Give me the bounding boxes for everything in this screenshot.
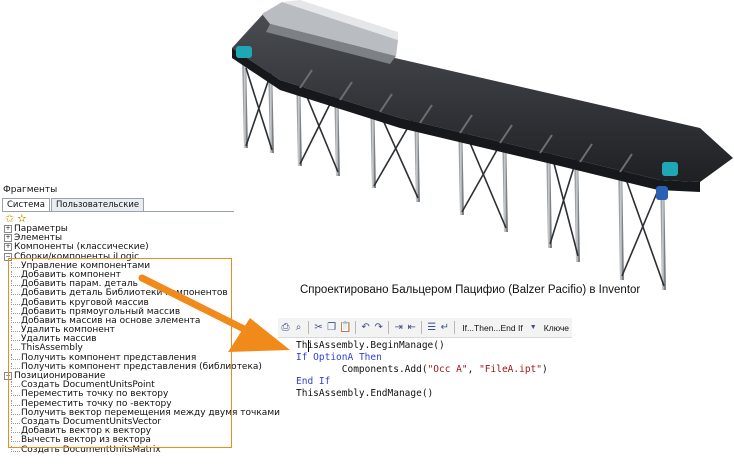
toolbar-separator [388,321,390,334]
tab-custom[interactable]: Пользовательские [50,198,145,211]
code-line: Components.Add("Occ A", "FileA.ipt") [296,364,548,376]
toolbar-separator [308,321,310,334]
code-token: , [467,364,480,375]
print-preview-icon[interactable]: ⌕ [293,322,304,334]
conveyor-model-image [232,0,733,291]
tab-system[interactable]: Система [2,198,50,212]
undo-icon[interactable]: ↶ [360,322,371,334]
expand-icon[interactable]: + [4,243,12,252]
paste-icon[interactable]: 📋 [339,322,351,334]
keyword-combo[interactable]: If...Then...End If [459,323,525,333]
code-text[interactable]: ThisAssembly.BeginManage() If OptionA The… [296,340,548,400]
print-icon[interactable]: ⎙ [280,322,291,334]
editor-toolbar: ⎙ ⌕ ✂ ❐ 📋 ↶ ↷ ⇥ ⇤ ☰ ↵ If...Then...End If… [278,318,572,338]
code-line: End If [296,376,548,388]
keywords-label[interactable]: Ключе [541,323,572,333]
code-token: "Occ A" [427,364,468,375]
snippets-tabs: Система Пользовательские [2,198,145,212]
code-token: ) [541,364,548,375]
code-line: ThisAssembly.BeginManage() [296,340,548,352]
code-token: End If [296,376,331,387]
cut-icon[interactable]: ✂ [313,322,324,334]
code-editor: ⎙ ⌕ ✂ ❐ 📋 ↶ ↷ ⇥ ⇤ ☰ ↵ If...Then...End If… [278,318,734,468]
highlight-box [8,258,232,448]
code-token: OptionA [313,352,359,363]
outdent-icon[interactable]: ⇤ [406,322,417,334]
expand-icon[interactable]: + [4,234,12,243]
comment-icon[interactable]: ☰ [426,322,437,334]
tab-divider [2,211,234,212]
code-line: ThisAssembly.EndManage() [296,388,548,400]
toolbar-separator [421,321,423,334]
code-token: If [296,352,314,363]
toolbar-separator [355,321,357,334]
toolbar-separator [454,321,456,334]
expand-icon[interactable]: + [4,225,12,233]
design-credit-caption: Спроектировано Бальцером Пацифио (Balzer… [300,284,641,296]
copy-icon[interactable]: ❐ [326,322,337,334]
snippets-panel: Фрагменты Система Пользовательские ✩ ✫ +… [0,182,280,468]
redo-icon[interactable]: ↷ [373,322,384,334]
code-token: ThisAssembly.BeginManage() [296,340,445,351]
text-caret [308,340,309,352]
star-icon[interactable]: ✩ [5,212,14,226]
snippets-panel-title: Фрагменты [3,185,58,195]
code-token: Components.Add( [296,364,428,375]
code-token: Then [358,352,382,363]
code-token: "FileA.ipt" [479,364,542,375]
indent-icon[interactable]: ⇥ [393,322,404,334]
code-token: ThisAssembly.EndManage() [296,388,434,399]
wrap-icon[interactable]: ↵ [439,322,450,334]
code-line: If OptionA Then [296,352,548,364]
chevron-down-icon[interactable]: ▼ [528,322,539,334]
